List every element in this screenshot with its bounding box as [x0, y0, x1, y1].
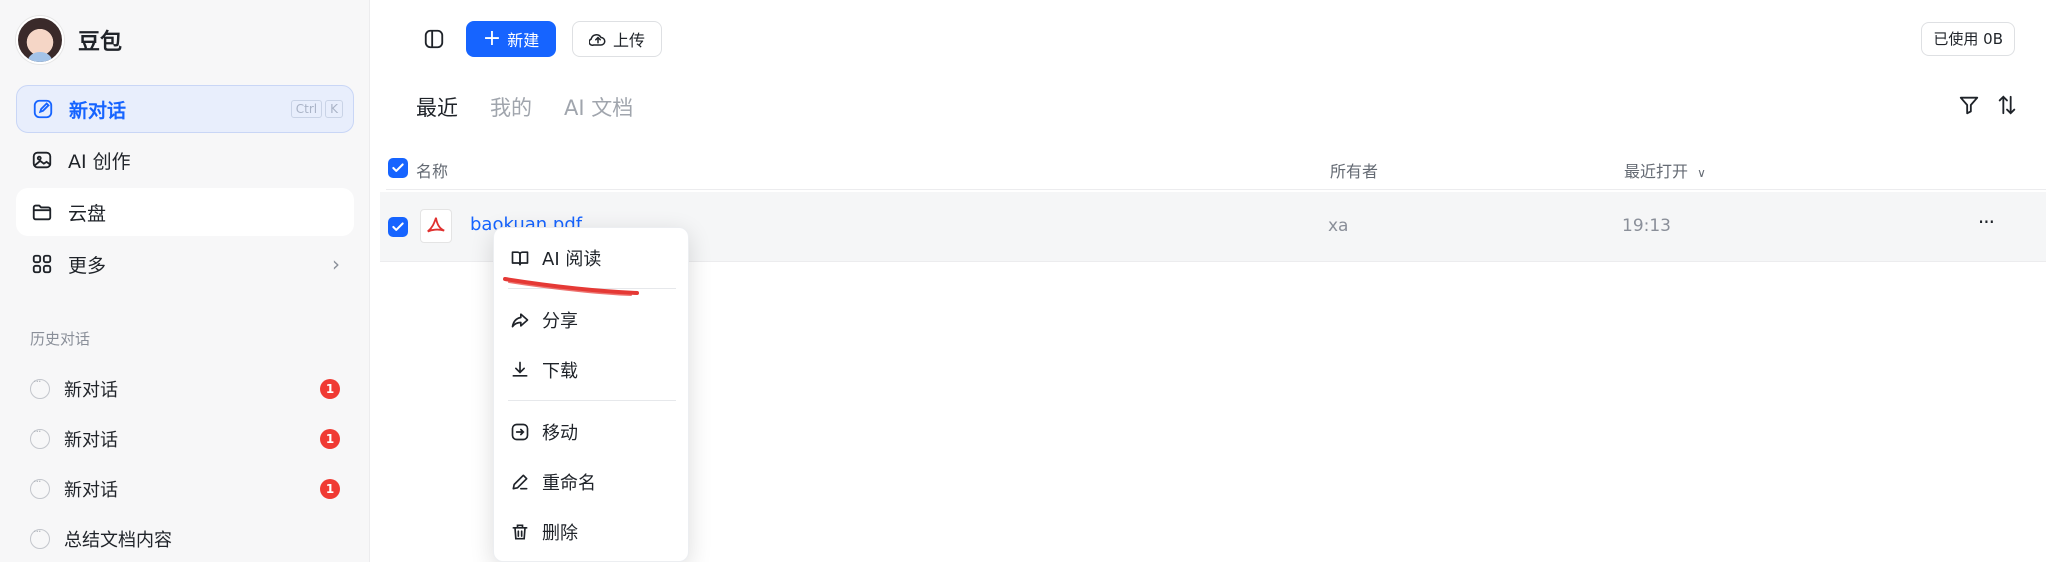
sidebar-item-more[interactable]: 更多 ›	[16, 240, 354, 288]
history-item[interactable]: 新对话 1	[30, 423, 340, 455]
unread-badge: 1	[320, 429, 340, 449]
select-all-checkbox[interactable]	[388, 158, 408, 178]
menu-item-label: 移动	[542, 423, 578, 444]
annotation-underline	[503, 277, 639, 296]
folder-icon	[30, 200, 54, 224]
book-icon	[510, 248, 530, 268]
pdf-file-icon	[420, 209, 452, 243]
sidebar-item-label: 新对话	[69, 99, 127, 122]
menu-item-label: AI 阅读	[542, 249, 602, 270]
column-name[interactable]: 名称	[416, 158, 448, 182]
list-tools	[1958, 94, 2018, 116]
upload-button[interactable]: 上传	[572, 21, 662, 57]
menu-item-rename[interactable]: 重命名	[494, 462, 690, 502]
more-options-icon[interactable]: ···	[1978, 210, 1995, 234]
menu-item-label: 分享	[542, 311, 578, 332]
download-icon	[510, 360, 530, 380]
storage-usage: 已使用 0B	[1921, 22, 2015, 56]
sidebar-item-label: 云盘	[68, 202, 107, 225]
sidebar: 豆包 新对话 Ctrl K AI 创作 云盘 更多 › 历史对话 新对话 1	[0, 0, 370, 562]
row-checkbox[interactable]	[388, 217, 408, 237]
upload-button-label: 上传	[612, 31, 645, 50]
menu-item-label: 重命名	[542, 473, 596, 494]
column-last-opened-label: 最近打开	[1624, 162, 1689, 181]
tab-recent[interactable]: 最近	[416, 92, 458, 122]
kbd-k: K	[325, 100, 343, 118]
sidebar-item-new-chat[interactable]: 新对话 Ctrl K	[16, 85, 354, 133]
sidebar-item-label: AI 创作	[68, 150, 131, 173]
file-owner: xa	[1328, 216, 1349, 236]
chevron-right-icon: ›	[332, 252, 340, 276]
sidebar-item-cloud-drive[interactable]: 云盘	[16, 188, 354, 236]
new-button[interactable]: + 新建	[466, 21, 556, 57]
menu-divider	[508, 400, 676, 401]
grid-icon	[30, 252, 54, 276]
menu-item-label: 下载	[542, 361, 578, 382]
new-button-label: 新建	[507, 31, 540, 50]
kbd-ctrl: Ctrl	[290, 100, 323, 118]
sidebar-toggle-icon	[424, 29, 444, 49]
table-header: 名称 所有者 最近打开 ∨	[386, 150, 2046, 190]
sidebar-item-ai-create[interactable]: AI 创作	[16, 136, 354, 184]
brand[interactable]: 豆包	[16, 16, 122, 64]
upload-icon	[588, 34, 606, 46]
brand-name: 豆包	[78, 30, 123, 55]
tab-mine[interactable]: 我的	[490, 92, 532, 122]
menu-item-download[interactable]: 下载	[494, 350, 690, 390]
chat-bubble-icon	[30, 425, 50, 449]
history-item[interactable]: 总结文档内容	[30, 523, 340, 555]
column-last-opened[interactable]: 最近打开 ∨	[1624, 158, 1706, 182]
edit-icon	[31, 97, 55, 121]
unread-badge: 1	[320, 379, 340, 399]
history-item[interactable]: 新对话 1	[30, 373, 340, 405]
chat-bubble-icon	[30, 525, 50, 549]
move-icon	[510, 422, 530, 442]
menu-item-share[interactable]: 分享	[494, 300, 690, 340]
chat-bubble-icon	[30, 375, 50, 399]
unread-badge: 1	[320, 479, 340, 499]
history-item-label: 新对话	[64, 430, 118, 451]
history-item-label: 新对话	[64, 380, 118, 401]
trash-icon	[510, 522, 530, 542]
check-icon	[392, 163, 404, 172]
filter-icon[interactable]	[1958, 94, 1980, 116]
avatar[interactable]	[16, 16, 64, 64]
menu-item-ai-read[interactable]: AI 阅读	[494, 238, 690, 278]
column-owner[interactable]: 所有者	[1330, 158, 1378, 182]
tab-ai-docs[interactable]: AI 文档	[564, 92, 633, 122]
plus-icon: +	[482, 26, 502, 51]
check-icon	[392, 222, 404, 231]
menu-item-label: 删除	[542, 523, 578, 544]
menu-item-move[interactable]: 移动	[494, 412, 690, 452]
pencil-icon	[510, 472, 530, 492]
menu-item-delete[interactable]: 删除	[494, 512, 690, 552]
history-item[interactable]: 新对话 1	[30, 473, 340, 505]
chevron-down-icon: ∨	[1697, 166, 1706, 180]
history-item-label: 总结文档内容	[64, 530, 172, 551]
chat-bubble-icon	[30, 475, 50, 499]
sort-icon[interactable]	[1996, 94, 2018, 116]
share-icon	[510, 310, 530, 330]
tab-bar: 最近 我的 AI 文档	[416, 92, 633, 122]
toggle-sidebar-button[interactable]	[416, 21, 452, 57]
image-icon	[30, 148, 54, 172]
history-title: 历史对话	[30, 330, 91, 348]
sidebar-item-label: 更多	[68, 254, 107, 277]
history-item-label: 新对话	[64, 480, 118, 501]
shortcut-hint: Ctrl K	[290, 100, 343, 118]
file-last-opened: 19:13	[1622, 216, 1671, 236]
